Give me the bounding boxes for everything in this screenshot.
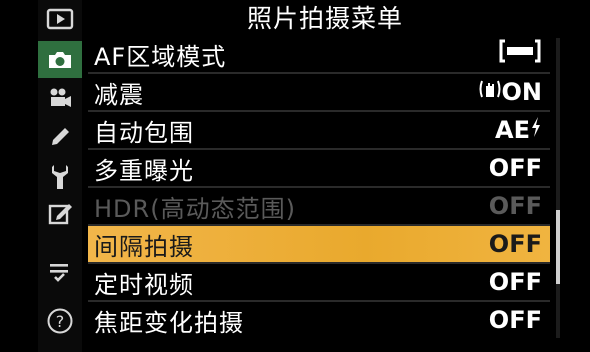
af-area-bracket-icon — [498, 38, 542, 70]
tab-retouch[interactable] — [38, 195, 82, 232]
tab-setup[interactable] — [38, 158, 82, 195]
help-icon: ? — [46, 307, 74, 335]
pencil-icon — [48, 125, 72, 149]
camera-icon — [46, 49, 74, 71]
menu-item-auto-bracketing[interactable]: 自动包围 AE — [88, 112, 550, 148]
tab-my-menu[interactable] — [38, 252, 82, 289]
menu-item-label: 自动包围 — [94, 118, 194, 147]
menu-item-label: 多重曝光 — [94, 156, 194, 185]
menu-item-label: 减震 — [94, 80, 144, 109]
menu-item-vibration-reduction[interactable]: 减震 ON — [88, 74, 550, 110]
menu-tab-rail: ? — [38, 0, 82, 352]
tab-movie-shooting[interactable] — [38, 80, 82, 117]
menu-item-label: 焦距变化拍摄 — [94, 308, 244, 337]
menu-item-value: OFF — [488, 268, 542, 296]
camera-menu-screen: ? 照片拍摄菜单 AF区域模式 减震 ON 自动包围 AE 多重曝光 OFF H… — [0, 0, 590, 352]
page-title: 照片拍摄菜单 — [246, 4, 403, 33]
playback-icon — [46, 8, 74, 30]
menu-item-value: OFF — [488, 306, 542, 334]
tab-playback[interactable] — [38, 0, 82, 37]
menu-item-multiple-exposure[interactable]: 多重曝光 OFF — [88, 150, 550, 186]
wrench-icon — [48, 163, 72, 191]
menu-scrollbar[interactable] — [556, 38, 560, 338]
menu-item-interval-shooting[interactable]: 间隔拍摄 OFF — [88, 226, 550, 262]
tab-photo-shooting[interactable] — [38, 41, 82, 78]
flash-bolt-icon — [530, 116, 542, 144]
menu-item-value: ON — [478, 77, 542, 107]
menu-item-label: AF区域模式 — [94, 42, 227, 71]
tab-custom-settings[interactable] — [38, 118, 82, 155]
menu-item-hdr: HDR(高动态范围) OFF — [88, 188, 550, 224]
menu-item-focus-shift-shooting[interactable]: 焦距变化拍摄 OFF — [88, 302, 550, 338]
menu-item-af-area-mode[interactable]: AF区域模式 — [88, 36, 550, 72]
menu-item-value: OFF — [488, 192, 542, 220]
my-menu-icon — [47, 260, 73, 282]
svg-text:?: ? — [56, 312, 65, 331]
retouch-icon — [47, 202, 73, 226]
help-button[interactable]: ? — [38, 302, 82, 339]
movie-camera-icon — [46, 87, 74, 111]
menu-item-label: HDR(高动态范围) — [94, 194, 296, 223]
menu-item-label: 定时视频 — [94, 270, 194, 299]
menu-item-time-lapse-movie[interactable]: 定时视频 OFF — [88, 264, 550, 300]
menu-item-label: 间隔拍摄 — [94, 232, 194, 261]
menu-item-value: OFF — [488, 154, 542, 182]
menu-item-value: AE — [495, 116, 542, 144]
menu-item-value: OFF — [488, 230, 542, 258]
vr-hand-icon — [478, 77, 502, 107]
menu-item-value — [498, 38, 542, 70]
scrollbar-thumb[interactable] — [556, 210, 560, 284]
